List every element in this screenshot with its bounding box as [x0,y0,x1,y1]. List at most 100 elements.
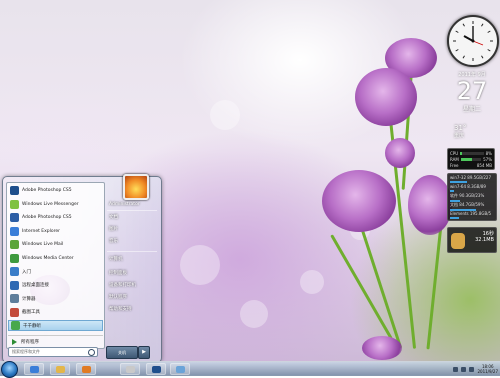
bokeh-light [210,100,240,130]
program-item[interactable]: Adobe Photoshop CS5 [8,212,103,223]
search-placeholder: 搜索程序和文件 [12,349,40,354]
start-button[interactable] [1,361,18,378]
flower-stem [426,219,443,350]
program-item[interactable]: 入门 [8,266,103,277]
taskbar-app-media-player[interactable] [76,363,96,375]
drive-row: win7-32 89.5GB/227 [450,175,494,184]
free-label: Free [450,162,459,168]
program-label: Windows Live Mail [22,242,64,247]
cpu-bar-fill [460,151,463,155]
start-right-item[interactable]: 文档 [106,213,161,222]
all-programs-button[interactable]: 所有程序 [8,335,103,347]
program-label: Internet Explorer [22,228,61,234]
program-label: Windows Media Center [22,255,74,261]
bokeh-light [240,300,268,328]
program-label: 千千静听 [23,323,41,329]
taskbar-app-ie[interactable] [24,363,44,375]
flower-head [355,68,417,126]
shutdown-options-button[interactable]: ▶ [138,346,150,359]
drives-gadget[interactable]: win7-32 89.5GB/227 win7-64 8.3GB/89 软件 90.… [447,173,497,221]
start-right-item[interactable]: 设备和打印机 [106,281,161,290]
flower-stem [330,234,393,340]
taskbar-app-paint[interactable] [120,363,140,375]
all-programs-label: 所有程序 [21,339,39,345]
program-item[interactable]: Adobe Photoshop CS5 [8,185,103,196]
drive-usage-bar [450,217,494,219]
program-item[interactable]: 计算器 [8,293,103,304]
program-item[interactable]: Internet Explorer [8,226,103,237]
start-right-item[interactable]: 图片 [106,225,161,234]
start-right-item[interactable]: Administrator [106,200,161,209]
taskbar: 18:06 2011/9/27 [0,361,500,378]
snipping-tool-icon [10,307,19,317]
program-label: 入门 [22,269,31,275]
drive-row: win7-64 8.3GB/89 [450,184,494,193]
mail-icon [10,240,19,249]
flower-head [362,336,402,360]
ram-label: RAM [450,156,459,162]
bokeh-light [300,270,324,294]
drive-usage-bar [450,190,494,192]
clock-face-icon [453,21,493,61]
drive-row: 软件 90.3GB/23% [450,193,494,202]
start-right-item[interactable]: 控制面板 [106,269,161,278]
drive-usage-fill [450,181,468,183]
drive-usage-fill [450,190,454,192]
start-search-input[interactable]: 搜索程序和文件 [8,347,98,357]
program-item[interactable]: Windows Live Mail [8,239,103,250]
network-tray-icon[interactable] [453,366,459,372]
start-right-item[interactable]: 计算机 [106,255,161,264]
clock-gadget[interactable] [447,15,499,67]
media-center-icon [10,253,19,263]
free-value: 854 MB [476,162,492,168]
ram-bar-fill [460,157,473,161]
start-right-item[interactable]: 默认程序 [106,293,161,302]
arrow-right-icon [12,338,17,345]
network-meter-gadget[interactable]: 16秒 32.1MB [447,227,497,253]
system-tray: 18:06 2011/9/27 [453,362,498,376]
program-item[interactable]: Windows Media Center [8,253,103,264]
taskbar-app-explorer[interactable] [50,363,70,375]
shutdown-button[interactable]: 关机 [106,346,138,359]
drive-label: Elements 195.8GB/5 [450,211,492,216]
drive-usage-fill [450,209,476,211]
taskbar-app-photoshop[interactable] [146,363,166,375]
taskbar-app-display[interactable] [170,363,190,375]
search-icon[interactable] [88,349,95,356]
taskbar-clock[interactable]: 18:06 2011/9/27 [477,364,498,374]
photoshop-icon [10,213,19,222]
calendar-gadget[interactable]: 2011年 9月 27 星期二 [448,69,496,121]
program-label: Windows Live Messenger [22,201,79,207]
input-method-icon[interactable] [469,366,475,372]
drive-row: Elements 195.8GB/5 [450,211,494,220]
program-label: 截图工具 [22,310,40,315]
volume-tray-icon[interactable] [461,366,467,372]
drive-usage-bar [450,181,494,183]
start-right-item[interactable]: 音乐 [106,237,161,246]
start-menu: Adobe Photoshop CS5 Windows Live Messenge… [2,174,162,363]
program-label: 远程桌面连接 [22,283,49,288]
ram-value: 57% [483,156,492,162]
program-item[interactable]: 截图工具 [8,307,103,318]
flower-head [385,138,415,168]
program-item[interactable]: 远程桌面连接 [8,280,103,291]
paint-icon [126,366,135,373]
start-right-item[interactable]: 帮助和支持 [106,305,161,314]
explorer-icon [56,366,65,373]
program-item[interactable]: Windows Live Messenger [8,199,103,210]
cpu-meter-gadget[interactable]: CPU 8% RAM 57% Free 854 MB [447,148,495,170]
drive-usage-fill [450,200,461,202]
program-label: Adobe Photoshop CS5 [22,188,72,193]
menu-separator [107,251,157,252]
program-label: Adobe Photoshop CS5 [22,215,72,220]
drive-label: win7-64 8.3GB/89 [450,184,486,189]
drive-list: win7-32 89.5GB/227 win7-64 8.3GB/89 软件 90.… [450,175,494,220]
drive-row: 文档 84.7GB/59% [450,202,494,211]
drive-usage-bar [450,200,494,202]
display-icon [176,366,185,373]
weather-gadget[interactable]: 31° 重庆 [454,124,496,142]
cpu-bar [460,151,484,155]
program-item[interactable]: 千千静听 [8,320,103,331]
calendar-day: 27 [456,77,488,105]
user-avatar[interactable] [123,174,149,200]
